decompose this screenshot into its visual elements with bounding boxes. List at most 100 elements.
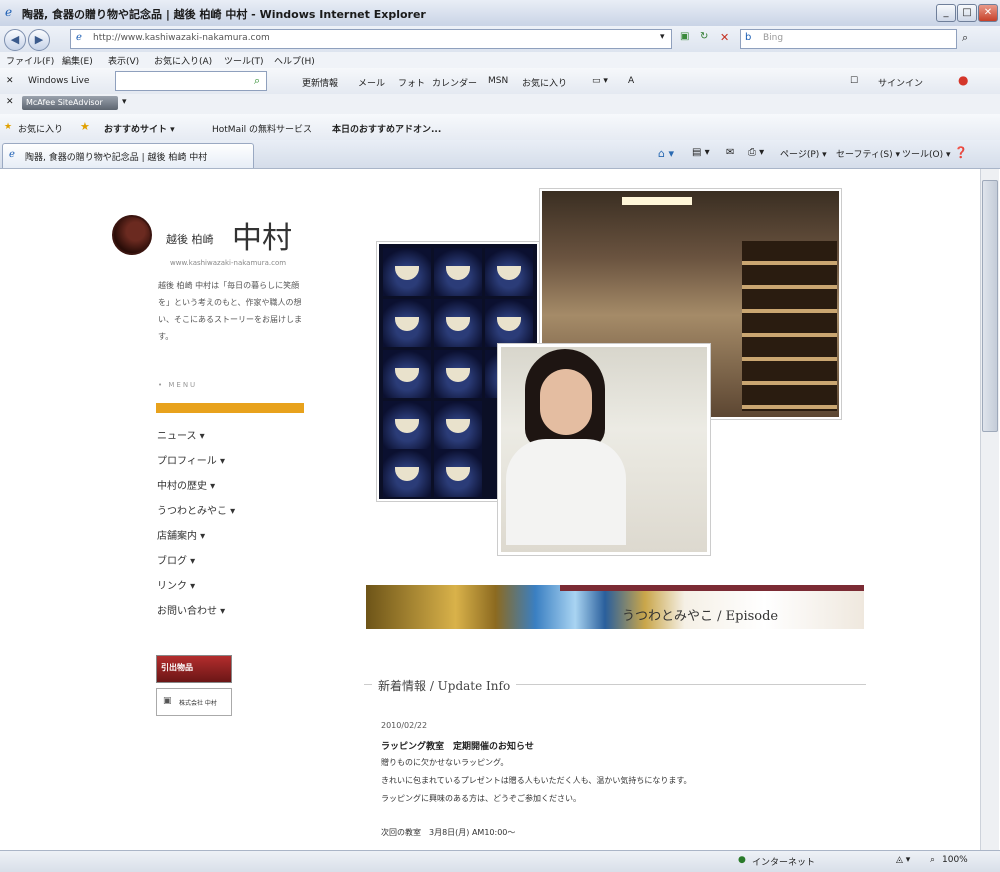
back-button[interactable]: ◀ [4,29,26,51]
page-menu[interactable]: ページ(P) ▾ [780,147,827,160]
site-logo-icon[interactable] [112,215,152,255]
update-info-heading: 新着情報 / Update Info [372,677,517,694]
nav-history[interactable]: 中村の歴史 ▾ [157,477,215,492]
safety-menu[interactable]: セーフティ(S) ▾ [836,147,900,160]
web-page: 越後 柏崎 中村 www.kashiwazaki-nakamura.com 越後… [0,169,980,850]
news-date: 2010/02/22 [381,721,428,730]
menu-favorites[interactable]: お気に入り(A) [154,54,212,67]
nav-episode[interactable]: うつわとみやこ ▾ [157,502,235,517]
mail-icon[interactable]: ✉ [726,147,734,158]
cup-image [434,401,482,449]
address-input[interactable]: ℯ http://www.kashiwazaki-nakamura.com [70,29,672,49]
feeds-icon[interactable]: ▤ ▾ [692,147,710,158]
close-mcafee-icon[interactable]: ✕ [6,97,14,107]
cup-image [485,299,533,347]
search-input[interactable]: b Bing [740,29,957,49]
live-item-photo[interactable]: フォト [398,76,425,89]
page-icon: ℯ [76,32,82,43]
fav-hotmail[interactable]: HotMail の無料サービス [212,122,312,135]
print-icon[interactable]: ⎙ ▾ [748,147,764,158]
tools-icon[interactable]: ▭ ▾ [592,76,608,86]
nav-links[interactable]: リンク ▾ [157,577,195,592]
tab-current[interactable]: ℯ 陶器, 食器の贈り物や記念品 | 越後 柏崎 中村 [2,143,254,168]
security-zone: インターネット [752,858,816,868]
menu-view[interactable]: 表示(V) [108,54,139,67]
translate-icon[interactable]: A [628,76,634,86]
fav-addons[interactable]: 本日のおすすめアドオン... [332,122,441,135]
site-intro-text: 越後 柏崎 中村は「毎日の暮らしに笑顔を」という考えのもと、作家や職人の想い、そ… [158,281,302,341]
protected-mode-icon[interactable]: ◬ ▾ [896,855,910,865]
stop-icon[interactable]: ✕ [720,31,729,44]
mcafee-siteadvisor-button[interactable]: McAfee SiteAdvisor [22,96,118,110]
status-bar: ● インターネット ◬ ▾ ⌕ 100% [0,850,1000,872]
live-item-msn[interactable]: MSN [488,76,508,86]
company-banner[interactable]: ▣ 株式会社 中村 [156,688,232,716]
shop-shelf [742,241,837,411]
home-icon[interactable]: ⌂ ▾ [658,147,674,160]
fav-recommended[interactable]: おすすめサイト ▾ [104,122,175,135]
help-icon[interactable]: ❓ [954,146,968,159]
nav-shop-info[interactable]: 店舗案内 ▾ [157,527,205,542]
tab-page-icon: ℯ [9,149,15,160]
favorites-bar: ★ お気に入り ★ おすすめサイト ▾ HotMail の無料サービス 本日のお… [0,114,1000,141]
cup-image [434,350,482,398]
add-favorite-icon[interactable]: ★ [80,120,90,133]
compat-icon[interactable]: ▣ [680,31,689,42]
favorites-button[interactable]: お気に入り [18,122,63,135]
portrait-body [506,439,626,545]
maximize-button[interactable]: □ [957,4,977,22]
live-item-updates[interactable]: 更新情報 [302,76,338,89]
cup-image [434,248,482,296]
search-icon[interactable]: ⌕ [962,31,968,45]
menu-tools[interactable]: ツール(T) [224,54,264,67]
nav-blog[interactable]: ブログ ▾ [157,552,195,567]
site-logo-title[interactable]: 中村 [232,213,292,257]
zoom-icon[interactable]: ⌕ [930,855,935,865]
cup-image [383,350,431,398]
gift-banner-label: 引出物品 [161,663,193,672]
dropdown-icon[interactable]: ▾ [660,32,665,42]
company-banner-label: 株式会社 中村 [179,700,217,707]
nav-profile[interactable]: プロフィール ▾ [157,452,225,467]
forward-button[interactable]: ▶ [28,29,50,51]
menu-help[interactable]: ヘルプ(H) [274,54,315,67]
menu-heading: • MENU [158,381,198,389]
messenger-icon[interactable]: ● [958,73,968,87]
news-next-class: 次回の教室 3月8日(月) AM10:00〜 [381,828,516,837]
nav-active-item[interactable] [156,403,304,413]
window-title: 陶器, 食器の贈り物や記念品 | 越後 柏崎 中村 - Windows Inte… [22,8,426,21]
gift-banner[interactable]: 引出物品 [156,655,232,683]
nav-contact[interactable]: お問い合わせ ▾ [157,602,225,617]
live-item-favorites[interactable]: お気に入り [522,76,567,89]
news-body-line: 贈りものに欠かせないラッピング。 [381,758,509,767]
address-text: http://www.kashiwazaki-nakamura.com [93,33,270,43]
close-window-button[interactable]: ✕ [978,4,998,22]
internet-zone-icon: ● [738,855,746,865]
cup-image [485,248,533,296]
close-toolbar-icon[interactable]: ✕ [6,76,14,86]
signin-icon[interactable]: ☐ [850,76,858,86]
live-item-mail[interactable]: メール [358,76,385,89]
live-search-input[interactable] [115,71,267,91]
episode-banner[interactable] [366,585,864,629]
live-item-calendar[interactable]: カレンダー [432,76,477,89]
minimize-button[interactable]: _ [936,4,956,22]
windows-live-brand: Windows Live [28,76,90,86]
news-body-line: ラッピングに興味のある方は、どうぞご参加ください。 [381,794,581,803]
nav-news[interactable]: ニュース ▾ [157,427,205,442]
favorites-star-icon[interactable]: ★ [4,122,12,132]
menu-edit[interactable]: 編集(E) [62,54,93,67]
news-headline[interactable]: ラッピング教室 定期開催のお知らせ [381,739,534,752]
bing-icon: b [745,32,752,43]
mcafee-dropdown-icon[interactable]: ▾ [122,97,127,107]
refresh-icon[interactable]: ↻ [700,31,708,42]
scrollbar-thumb[interactable] [982,180,998,432]
zoom-level[interactable]: 100% [942,855,968,865]
live-search-icon[interactable]: ⌕ [254,74,260,88]
site-logo-subtitle: 越後 柏崎 [166,233,214,246]
tools-menu[interactable]: ツール(O) ▾ [902,147,951,160]
menu-file[interactable]: ファイル(F) [6,54,54,67]
cup-image [383,299,431,347]
address-row: ◀ ▶ ℯ http://www.kashiwazaki-nakamura.co… [0,26,1000,52]
signin-link[interactable]: サインイン [878,76,923,89]
